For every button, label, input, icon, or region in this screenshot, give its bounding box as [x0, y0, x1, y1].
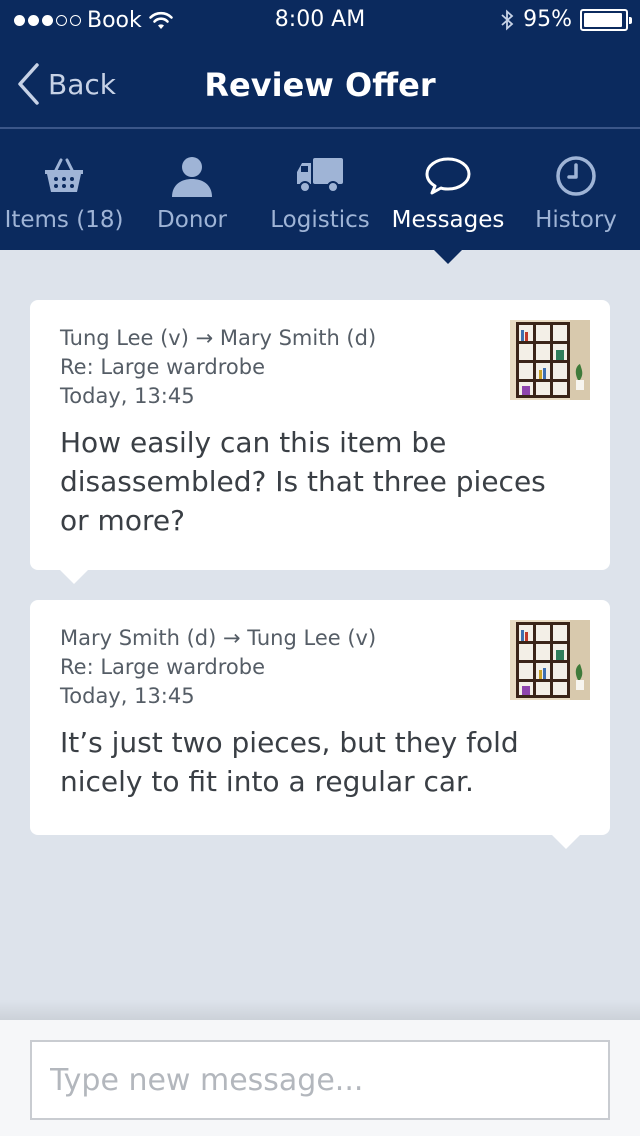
tab-label: Logistics [270, 207, 370, 233]
tab-label: Messages [391, 207, 505, 233]
tab-label: History [535, 207, 617, 233]
chevron-left-icon [18, 63, 39, 105]
back-label: Back [48, 67, 116, 101]
bluetooth-icon [501, 8, 514, 31]
message-card[interactable]: Tung Lee (v) → Mary Smith (d) Re: Large … [30, 300, 610, 584]
back-button[interactable]: Back [16, 62, 116, 106]
battery-percent: 95% [523, 7, 572, 32]
clock-icon [556, 156, 596, 196]
bubble-tail [60, 570, 88, 584]
message-subject: Re: Large wardrobe [60, 655, 265, 679]
bubble-tail [552, 835, 580, 849]
tab-history[interactable]: History [512, 129, 640, 250]
navigation-bar: Back Review Offer [0, 40, 640, 128]
person-icon [172, 157, 212, 197]
message-input[interactable] [30, 1040, 610, 1120]
message-route: Mary Smith (d) → Tung Lee (v) [60, 626, 377, 650]
message-timestamp: Today, 13:45 [60, 684, 195, 708]
item-thumbnail[interactable] [510, 320, 590, 400]
message-subject: Re: Large wardrobe [60, 355, 265, 379]
message-body: How easily can this item be disassembled… [60, 426, 546, 537]
message-list: Tung Lee (v) → Mary Smith (d) Re: Large … [0, 250, 640, 1020]
tab-label: Items (18) [4, 207, 124, 233]
status-right: 95% [499, 7, 632, 32]
bookshelf-thumbnail [510, 620, 590, 700]
message-card[interactable]: Mary Smith (d) → Tung Lee (v) Re: Large … [30, 600, 610, 849]
tab-logistics[interactable]: Logistics [256, 129, 384, 250]
tab-label: Donor [157, 207, 227, 233]
battery-icon [580, 8, 632, 31]
tab-donor[interactable]: Donor [128, 129, 256, 250]
tab-items[interactable]: Items (18) [0, 129, 128, 250]
tab-bar: Items (18) Donor Logistics Messages Hist… [0, 129, 640, 264]
speech-bubble-icon [425, 157, 471, 195]
message-body: It’s just two pieces, but they fold nice… [60, 726, 519, 798]
compose-shadow [0, 1000, 640, 1020]
compose-bar [0, 1020, 640, 1136]
battery-level [584, 12, 622, 27]
status-bar: Book 8:00 AM 95% [0, 0, 640, 40]
message-route: Tung Lee (v) → Mary Smith (d) [60, 326, 377, 350]
basket-icon [45, 158, 83, 192]
tab-messages[interactable]: Messages [384, 129, 512, 264]
bookshelf-thumbnail [510, 320, 590, 400]
message-timestamp: Today, 13:45 [60, 384, 195, 408]
truck-icon [297, 158, 343, 193]
item-thumbnail[interactable] [510, 620, 590, 700]
